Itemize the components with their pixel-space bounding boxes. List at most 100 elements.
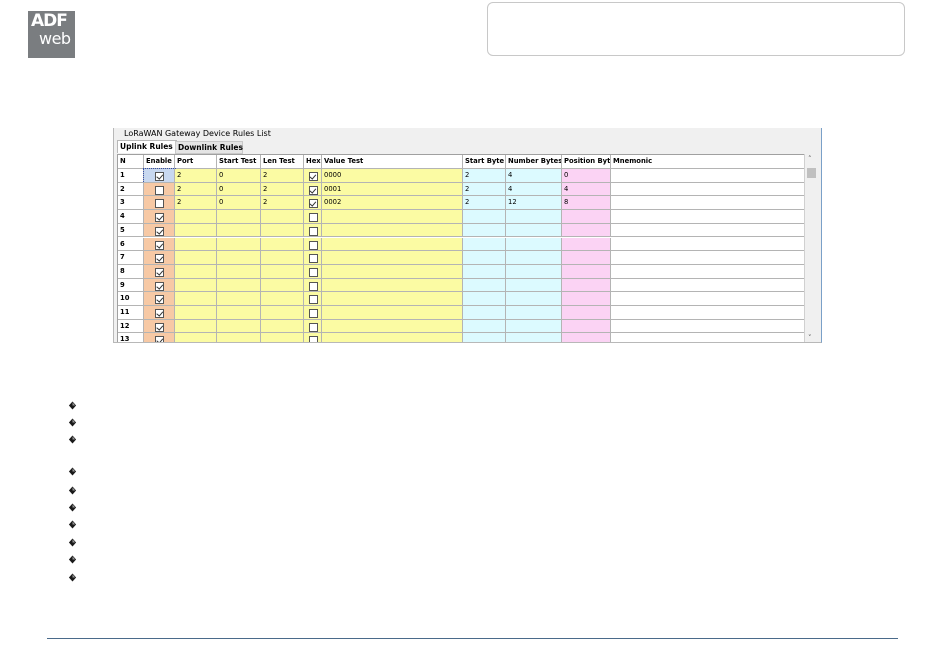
- cell-start-test[interactable]: [217, 306, 261, 320]
- cell-len-test[interactable]: [261, 210, 304, 224]
- cell-enable[interactable]: [144, 196, 175, 211]
- table-row[interactable]: 9: [118, 278, 808, 293]
- cell-position-byte[interactable]: [562, 306, 611, 320]
- cell-number-bytes[interactable]: [506, 333, 562, 342]
- cell-number-bytes[interactable]: [506, 251, 562, 265]
- hex-checkbox[interactable]: [308, 281, 318, 291]
- cell-start-byte[interactable]: [463, 306, 506, 320]
- cell-start-test[interactable]: [217, 251, 261, 265]
- column-header-number-bytes[interactable]: Number Bytes: [506, 155, 562, 168]
- cell-position-byte[interactable]: [562, 292, 611, 306]
- column-header-n[interactable]: N: [118, 155, 144, 168]
- table-row[interactable]: 3 2 0 2 0002 2 12 8: [118, 196, 808, 211]
- column-header-port[interactable]: Port: [175, 155, 217, 168]
- cell-len-test[interactable]: 2: [261, 196, 304, 211]
- cell-enable[interactable]: [144, 306, 175, 320]
- cell-position-byte[interactable]: [562, 333, 611, 342]
- cell-start-byte[interactable]: [463, 319, 506, 334]
- enable-checkbox[interactable]: [155, 322, 164, 332]
- cell-mnemonic[interactable]: [611, 278, 808, 293]
- cell-start-byte[interactable]: [463, 210, 506, 224]
- column-header-start-test[interactable]: Start Test: [217, 155, 261, 168]
- enable-checkbox[interactable]: [155, 309, 164, 318]
- cell-hex[interactable]: [304, 169, 322, 183]
- cell-enable[interactable]: [144, 251, 175, 265]
- cell-port[interactable]: [175, 292, 217, 306]
- cell-port[interactable]: [175, 223, 217, 238]
- tab-uplink-rules[interactable]: Uplink Rules: [117, 140, 177, 153]
- table-row[interactable]: 4: [118, 210, 808, 224]
- column-header-mnemonic[interactable]: Mnemonic: [611, 155, 808, 168]
- hex-checkbox[interactable]: [308, 226, 318, 236]
- cell-port[interactable]: [175, 333, 217, 342]
- cell-value-test[interactable]: [322, 333, 463, 342]
- tab-downlink-rules[interactable]: Downlink Rules: [175, 141, 243, 154]
- cell-port[interactable]: [175, 251, 217, 265]
- cell-value-test[interactable]: [322, 319, 463, 334]
- cell-mnemonic[interactable]: [611, 319, 808, 334]
- cell-mnemonic[interactable]: [611, 223, 808, 238]
- cell-hex[interactable]: [304, 292, 322, 306]
- hex-checkbox[interactable]: [308, 322, 318, 332]
- cell-value-test[interactable]: 0001: [322, 182, 463, 197]
- cell-value-test[interactable]: [322, 264, 463, 279]
- cell-value-test[interactable]: [322, 292, 463, 306]
- cell-position-byte[interactable]: [562, 210, 611, 224]
- cell-enable[interactable]: [144, 319, 175, 334]
- cell-start-byte[interactable]: 2: [463, 182, 506, 197]
- cell-hex[interactable]: [304, 196, 322, 211]
- cell-enable[interactable]: [144, 210, 175, 224]
- cell-len-test[interactable]: [261, 251, 304, 265]
- cell-hex[interactable]: [304, 306, 322, 320]
- hex-checkbox[interactable]: [308, 267, 318, 277]
- cell-port[interactable]: 2: [175, 196, 217, 211]
- cell-start-test[interactable]: 0: [217, 182, 261, 197]
- hex-checkbox[interactable]: [308, 213, 318, 223]
- table-row[interactable]: 5: [118, 223, 808, 238]
- cell-position-byte[interactable]: [562, 237, 611, 252]
- scroll-thumb[interactable]: [807, 168, 816, 178]
- cell-enable[interactable]: [144, 278, 175, 293]
- cell-start-byte[interactable]: [463, 251, 506, 265]
- cell-value-test[interactable]: [322, 251, 463, 265]
- cell-number-bytes[interactable]: [506, 292, 562, 306]
- cell-len-test[interactable]: [261, 223, 304, 238]
- cell-start-test[interactable]: [217, 223, 261, 238]
- table-row[interactable]: 7: [118, 251, 808, 265]
- table-row[interactable]: 13: [118, 333, 808, 342]
- cell-position-byte[interactable]: 8: [562, 196, 611, 211]
- cell-mnemonic[interactable]: [611, 210, 808, 224]
- cell-mnemonic[interactable]: [611, 182, 808, 197]
- cell-enable[interactable]: [143, 168, 176, 184]
- cell-enable[interactable]: [144, 237, 175, 252]
- cell-len-test[interactable]: 2: [261, 169, 304, 183]
- cell-number-bytes[interactable]: 4: [506, 169, 562, 183]
- cell-port[interactable]: [175, 210, 217, 224]
- rules-grid[interactable]: N Enable Port Start Test Len Test Hex Value Te…: [117, 154, 809, 342]
- cell-enable[interactable]: [144, 223, 175, 238]
- cell-port[interactable]: [175, 237, 217, 252]
- cell-len-test[interactable]: [261, 333, 304, 342]
- table-row[interactable]: 6: [118, 237, 808, 252]
- cell-start-test[interactable]: [217, 278, 261, 293]
- cell-start-test[interactable]: [217, 319, 261, 334]
- cell-number-bytes[interactable]: [506, 237, 562, 252]
- cell-mnemonic[interactable]: [611, 196, 808, 211]
- column-header-hex[interactable]: Hex: [304, 155, 322, 168]
- cell-hex[interactable]: [304, 278, 322, 293]
- cell-len-test[interactable]: [261, 278, 304, 293]
- cell-start-byte[interactable]: [463, 278, 506, 293]
- enable-checkbox[interactable]: [155, 295, 164, 305]
- cell-len-test[interactable]: [261, 292, 304, 306]
- cell-number-bytes[interactable]: [506, 278, 562, 293]
- cell-port[interactable]: 2: [175, 169, 217, 183]
- enable-checkbox[interactable]: [155, 336, 164, 342]
- cell-start-test[interactable]: [217, 292, 261, 306]
- cell-position-byte[interactable]: 4: [562, 182, 611, 197]
- cell-len-test[interactable]: [261, 319, 304, 334]
- hex-checkbox[interactable]: [308, 309, 318, 318]
- cell-value-test[interactable]: [322, 223, 463, 238]
- hex-checkbox[interactable]: [308, 254, 318, 264]
- cell-len-test[interactable]: [261, 237, 304, 252]
- cell-hex[interactable]: [304, 333, 322, 342]
